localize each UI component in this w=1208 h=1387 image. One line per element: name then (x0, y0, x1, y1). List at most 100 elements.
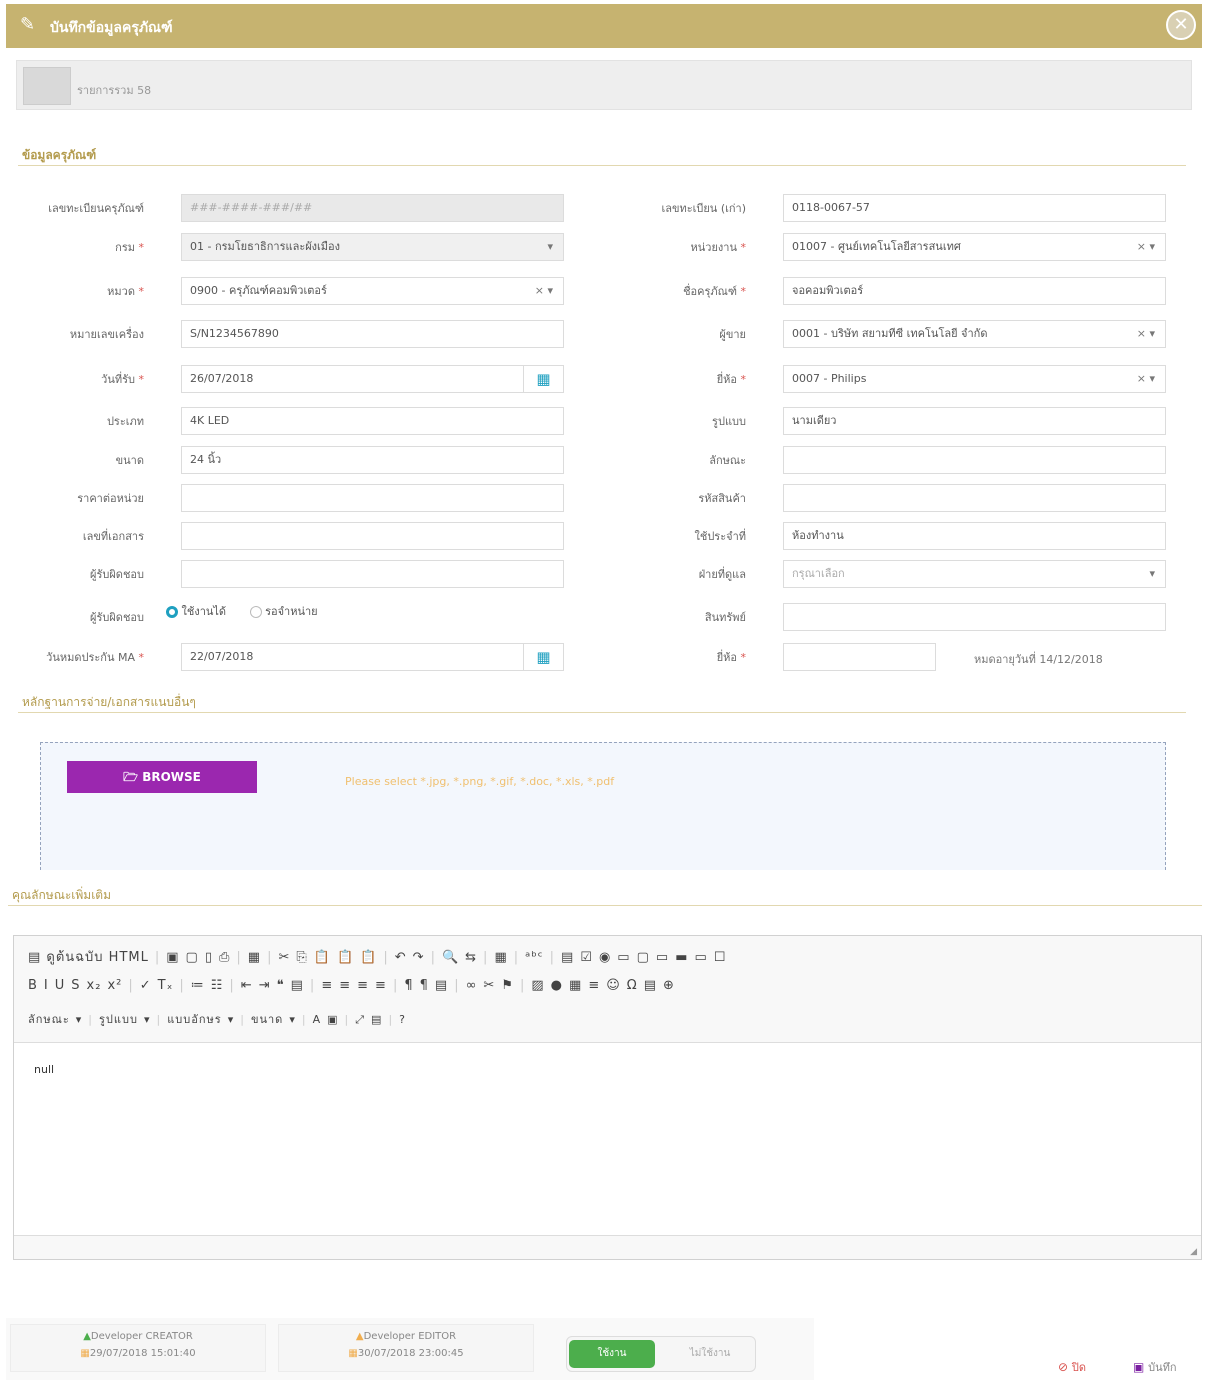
toolbar-button[interactable]: ▢ (637, 950, 650, 965)
toolbar-button[interactable]: รูปแบบ (99, 1010, 138, 1028)
clear-icon[interactable]: × ▾ (1137, 234, 1155, 260)
toolbar-button[interactable]: ▤ (371, 1013, 382, 1026)
toolbar-button[interactable]: ⇆ (465, 950, 477, 965)
right_fields-input-6[interactable] (783, 446, 1166, 474)
toolbar-button[interactable]: ⤢ (355, 1013, 365, 1027)
toolbar-button[interactable]: x² (107, 978, 122, 993)
toolbar-button[interactable]: ▤ (561, 950, 574, 965)
editor-content[interactable]: null (14, 1042, 1201, 1236)
toolbar-button[interactable]: ▭ (656, 950, 669, 965)
toolbar-button[interactable]: ▾ (289, 1013, 296, 1026)
toolbar-button[interactable]: ◉ (599, 950, 611, 965)
toolbar-button[interactable]: ¶ (420, 978, 429, 993)
clear-icon[interactable]: × ▾ (1137, 321, 1155, 347)
toolbar-button[interactable]: ☐ (714, 950, 727, 965)
toolbar-button[interactable]: ▯ (205, 950, 213, 965)
toolbar-button[interactable]: ✓ (140, 978, 152, 993)
clear-icon[interactable]: × ▾ (535, 278, 553, 304)
toolbar-button[interactable]: ✂ (483, 978, 495, 993)
toolbar-button[interactable]: ☑ (580, 950, 593, 965)
left_fields-input-0[interactable]: ###-####-###/## (181, 194, 564, 222)
toolbar-button[interactable]: ▤ (291, 978, 304, 993)
left_fields-input-4[interactable]: 26/07/2018 ▦ (181, 365, 564, 393)
toolbar-button[interactable]: 📋 (360, 950, 377, 965)
toolbar-button[interactable]: Ω (627, 978, 638, 993)
right_fields-input-9[interactable]: กรุณาเลือก ▾ (783, 560, 1166, 588)
toolbar-button[interactable]: ≡ (339, 978, 351, 993)
right_fields-input-0[interactable]: 0118-0067-57 (783, 194, 1166, 222)
left_fields-input-6[interactable]: 24 นิ้ว (181, 446, 564, 474)
toolbar-button[interactable]: ลักษณะ (28, 1010, 70, 1028)
toggle-off[interactable]: ไม่ใช้งาน (667, 1340, 753, 1368)
ma-date-input[interactable]: 22/07/2018 ▦ (181, 643, 564, 671)
right_fields-input-2[interactable]: จอคอมพิวเตอร์ (783, 277, 1166, 305)
right_fields-input-8[interactable]: ห้องทำงาน (783, 522, 1166, 550)
toolbar-button[interactable]: ≡ (321, 978, 333, 993)
toolbar-button[interactable]: ▾ (228, 1013, 235, 1026)
toolbar-button[interactable]: ▦ (248, 950, 261, 965)
left_fields-input-8[interactable] (181, 522, 564, 550)
toolbar-button[interactable]: ▦ (494, 950, 507, 965)
toolbar-button[interactable]: I (44, 978, 49, 993)
toolbar-button[interactable]: ⇥ (259, 978, 271, 993)
left_fields-input-5[interactable]: 4K LED (181, 407, 564, 435)
toolbar-button[interactable]: U (55, 978, 66, 993)
toolbar-button[interactable]: ↷ (413, 950, 425, 965)
active-toggle[interactable]: ใช้งาน ไม่ใช้งาน (566, 1336, 756, 1372)
toolbar-button[interactable]: ▣ (327, 1013, 338, 1026)
toggle-on[interactable]: ใช้งาน (569, 1340, 655, 1368)
toolbar-button[interactable]: ≡ (375, 978, 387, 993)
toolbar-button[interactable]: ∞ (466, 978, 478, 993)
right_fields-input-1[interactable]: 01007 - ศูนย์เทคโนโลยีสารสนเทศ × ▾ (783, 233, 1166, 261)
left_fields-input-7[interactable] (181, 484, 564, 512)
toolbar-button[interactable]: ⎘ (296, 950, 307, 965)
toolbar-button[interactable]: ⎙ (219, 950, 230, 965)
toolbar-button[interactable]: ▢ (186, 950, 199, 965)
toolbar-button[interactable]: ≡ (588, 978, 600, 993)
toolbar-button[interactable]: ☺ (606, 978, 621, 993)
toolbar-button[interactable]: B (28, 978, 38, 993)
right_fields-input-5[interactable]: นามเดียว (783, 407, 1166, 435)
browse-button[interactable]: 🗁 BROWSE (67, 761, 257, 793)
radio-unchecked-icon[interactable] (249, 606, 262, 618)
toolbar-button[interactable]: 🔍 (442, 950, 459, 965)
toolbar-button[interactable]: ขนาด (251, 1010, 283, 1028)
toolbar-button[interactable]: ⇤ (241, 978, 253, 993)
toolbar-button[interactable]: ? (399, 1013, 406, 1026)
toolbar-button[interactable]: ▾ (76, 1013, 83, 1026)
chevron-down-icon[interactable]: ▾ (1149, 561, 1155, 587)
toolbar-button[interactable]: ✂ (278, 950, 290, 965)
toolbar-button[interactable]: x₂ (87, 978, 102, 993)
chevron-down-icon[interactable]: ▾ (547, 234, 553, 260)
toolbar-button[interactable]: แบบอักษร (167, 1010, 221, 1028)
toolbar-button[interactable]: Tₓ (158, 978, 174, 993)
toolbar-button[interactable]: ▭ (617, 950, 630, 965)
toolbar-button[interactable]: ᵃᵇᶜ (525, 950, 543, 965)
right_fields-input-3[interactable]: 0001 - บริษัท สยามทีซี เทคโนโลยี จำกัด × … (783, 320, 1166, 348)
toolbar-button[interactable]: ≡ (357, 978, 369, 993)
clear-icon[interactable]: × ▾ (1137, 366, 1155, 392)
toolbar-button[interactable]: ¶ (404, 978, 413, 993)
right_fields-input-10[interactable] (783, 603, 1166, 631)
left_fields-input-3[interactable]: S/N1234567890 (181, 320, 564, 348)
toolbar-button[interactable]: ⚑ (501, 978, 514, 993)
close-icon[interactable]: ✕ (1166, 10, 1196, 40)
toolbar-button[interactable]: 📋 (314, 950, 331, 965)
thumbnail[interactable] (23, 67, 71, 105)
left_fields-input-2[interactable]: 0900 - ครุภัณฑ์คอมพิวเตอร์ × ▾ (181, 277, 564, 305)
toolbar-button[interactable]: ▨ (531, 978, 544, 993)
calendar-icon[interactable]: ▦ (523, 644, 563, 670)
radio-checked-icon[interactable] (166, 606, 178, 618)
resize-handle-icon[interactable]: ◢ (1190, 1247, 1197, 1257)
toolbar-button[interactable]: S (71, 978, 80, 993)
upload-dropzone[interactable]: 🗁 BROWSE Please select *.jpg, *.png, *.g… (40, 742, 1166, 870)
toolbar-button[interactable]: ≔ (191, 978, 205, 993)
toolbar-button[interactable]: ▭ (694, 950, 707, 965)
toolbar-button[interactable]: A (313, 1013, 322, 1026)
right_fields-input-4[interactable]: 0007 - Philips × ▾ (783, 365, 1166, 393)
left_fields-input-9[interactable] (181, 560, 564, 588)
right_fields-input-7[interactable] (783, 484, 1166, 512)
toolbar-button[interactable]: ▦ (569, 978, 582, 993)
save-button[interactable]: ▣ บันทึก (1133, 1358, 1177, 1376)
toolbar-button[interactable]: ⊕ (663, 978, 675, 993)
